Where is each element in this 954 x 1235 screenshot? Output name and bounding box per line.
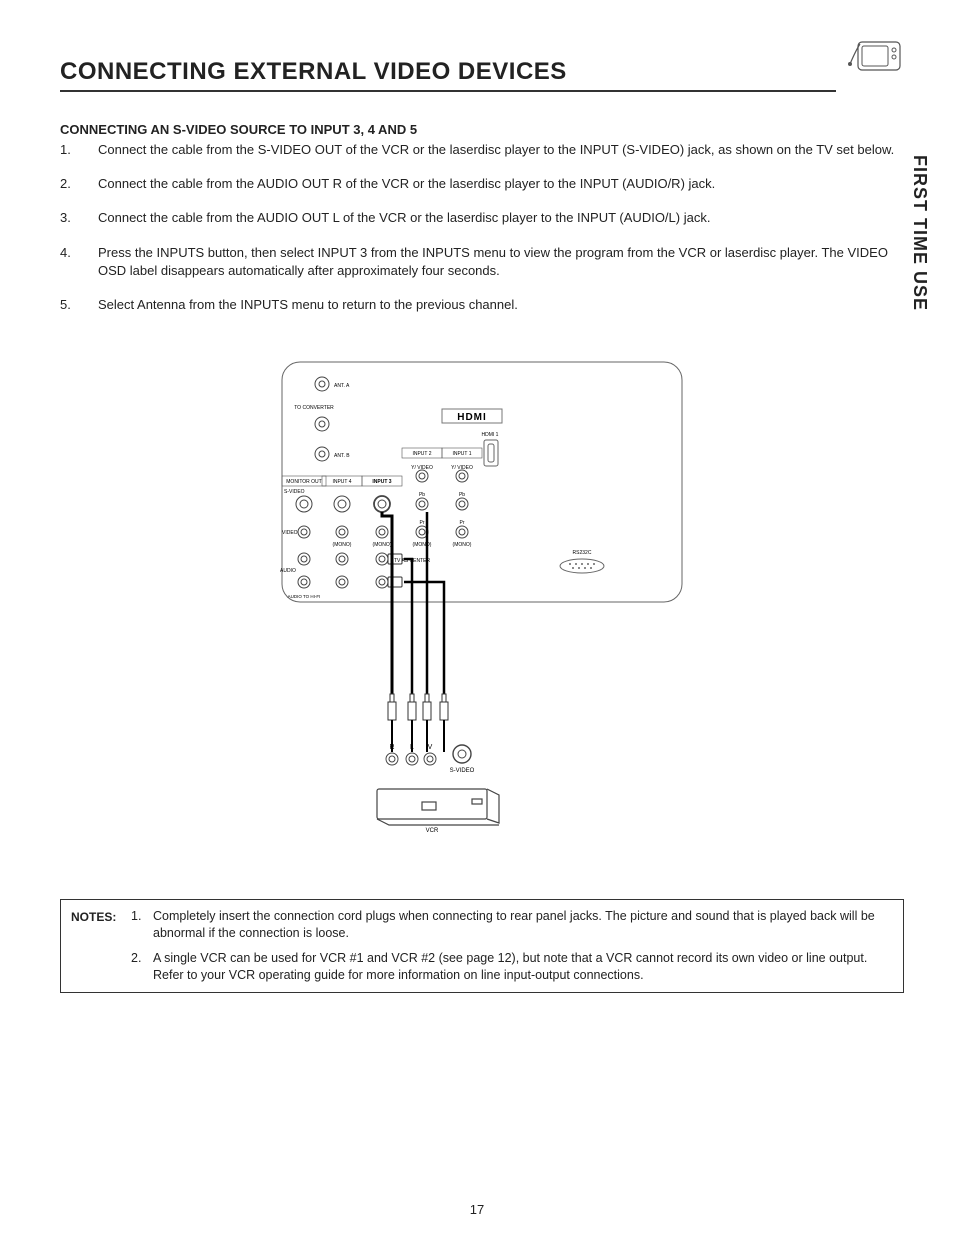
list-item: 2.A single VCR can be used for VCR #1 an… bbox=[131, 950, 893, 984]
svg-text:V: V bbox=[428, 744, 433, 751]
svg-text:(MONO): (MONO) bbox=[413, 542, 432, 548]
svg-text:(MONO): (MONO) bbox=[453, 542, 472, 548]
notes-box: NOTES: 1.Completely insert the connectio… bbox=[60, 899, 904, 993]
list-item: 1.Connect the cable from the S-VIDEO OUT… bbox=[60, 141, 904, 159]
list-item: 4.Press the INPUTS button, then select I… bbox=[60, 244, 904, 280]
instruction-list: 1.Connect the cable from the S-VIDEO OUT… bbox=[60, 141, 904, 314]
page-number: 17 bbox=[0, 1202, 954, 1217]
svg-text:L: L bbox=[410, 744, 414, 751]
svg-text:S-VIDEO: S-VIDEO bbox=[450, 768, 475, 774]
page-title: CONNECTING EXTERNAL VIDEO DEVICES bbox=[60, 58, 836, 92]
svg-text:(MONO): (MONO) bbox=[373, 542, 392, 548]
notes-label: NOTES: bbox=[71, 908, 131, 984]
side-tab: FIRST TIME USE bbox=[909, 155, 930, 311]
svg-text:HDMI: HDMI bbox=[457, 412, 487, 423]
list-item: 1.Completely insert the connection cord … bbox=[131, 908, 893, 942]
section-subhead: CONNECTING AN S-VIDEO SOURCE TO INPUT 3,… bbox=[60, 122, 904, 137]
svg-text:INPUT 4: INPUT 4 bbox=[332, 479, 351, 485]
notes-list: 1.Completely insert the connection cord … bbox=[131, 908, 893, 984]
svg-text:INPUT 1: INPUT 1 bbox=[452, 451, 471, 457]
svg-text:RS232C: RS232C bbox=[573, 550, 592, 556]
connection-diagram: ANT. A TO CONVERTER ANT. B HDMI HDMI 1 I… bbox=[60, 354, 904, 869]
svg-text:Pr: Pr bbox=[460, 520, 465, 526]
svg-text:R: R bbox=[389, 744, 394, 751]
svg-text:VIDEO: VIDEO bbox=[282, 530, 298, 536]
svg-text:ANT. A: ANT. A bbox=[334, 383, 350, 389]
list-item: 3.Connect the cable from the AUDIO OUT L… bbox=[60, 209, 904, 227]
svg-text:AUDIO TO HI-FI: AUDIO TO HI-FI bbox=[288, 594, 321, 599]
svg-text:VCR: VCR bbox=[426, 828, 439, 834]
svg-text:AUDIO: AUDIO bbox=[280, 568, 296, 574]
svg-text:Pb: Pb bbox=[459, 492, 465, 498]
svg-text:Pr: Pr bbox=[420, 520, 425, 526]
tv-corner-icon bbox=[848, 30, 904, 81]
list-item: 5.Select Antenna from the INPUTS menu to… bbox=[60, 296, 904, 314]
svg-text:HDMI 1: HDMI 1 bbox=[482, 432, 499, 438]
svg-text:ANT. B: ANT. B bbox=[334, 453, 350, 459]
svg-text:(MONO): (MONO) bbox=[333, 542, 352, 548]
list-item: 2.Connect the cable from the AUDIO OUT R… bbox=[60, 175, 904, 193]
svg-text:TO CONVERTER: TO CONVERTER bbox=[294, 405, 334, 411]
svg-text:MONITOR OUT: MONITOR OUT bbox=[286, 479, 321, 485]
svg-text:Pb: Pb bbox=[419, 492, 425, 498]
svg-text:INPUT 3: INPUT 3 bbox=[372, 479, 391, 485]
svg-text:INPUT 2: INPUT 2 bbox=[412, 451, 431, 457]
svg-text:S-VIDEO: S-VIDEO bbox=[284, 489, 305, 495]
